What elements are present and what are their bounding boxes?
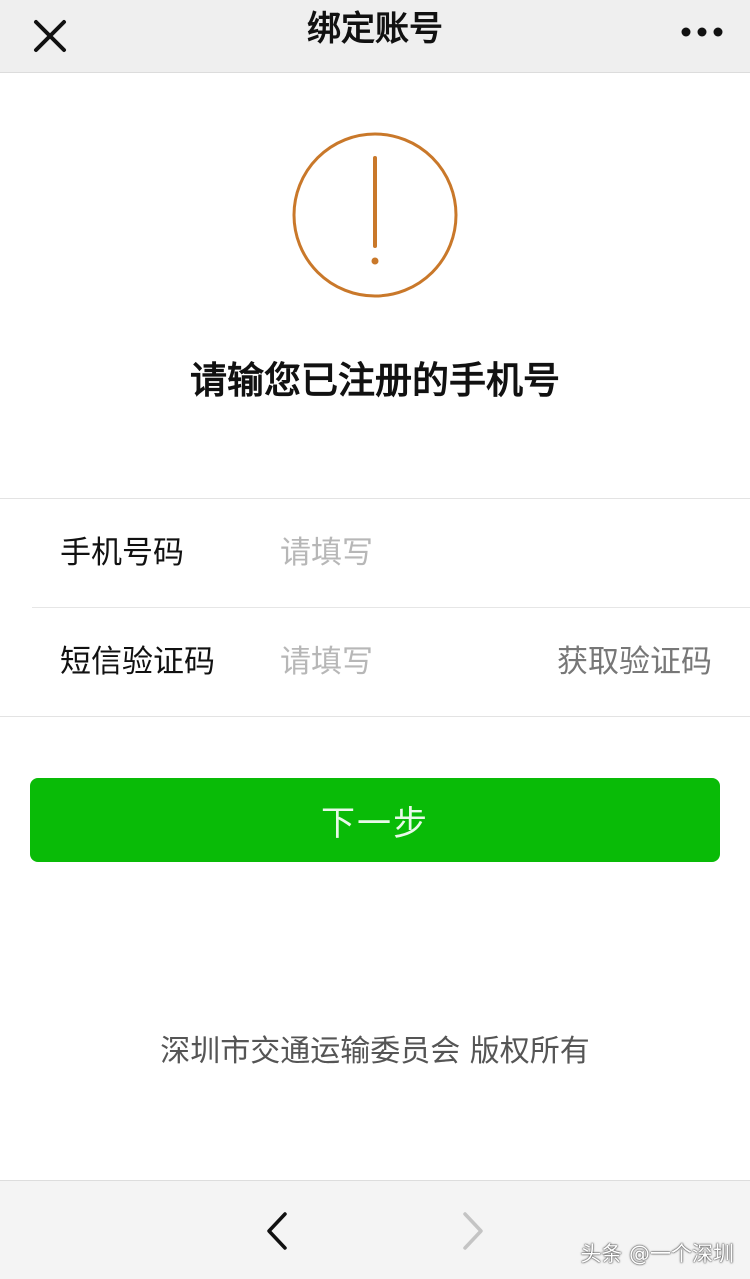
chevron-left-icon: [267, 1212, 287, 1250]
exclamation-circle-icon: [292, 132, 458, 298]
watermark: 头条 @一个深圳: [580, 1242, 734, 1266]
back-button[interactable]: [252, 1203, 302, 1259]
next-step-button[interactable]: 下一步: [30, 778, 720, 862]
more-button[interactable]: [676, 12, 728, 52]
forward-button[interactable]: [448, 1203, 498, 1259]
more-dots-icon: [681, 27, 723, 37]
phone-row: 手机号码: [0, 499, 750, 607]
get-code-button[interactable]: 获取验证码: [557, 608, 712, 716]
phone-input[interactable]: [280, 527, 520, 579]
bind-form: 手机号码 短信验证码 获取验证码: [0, 498, 750, 717]
page-title: 绑定账号: [307, 9, 443, 49]
code-label: 短信验证码: [60, 644, 215, 680]
copyright-text: 深圳市交通运输委员会 版权所有: [160, 1034, 590, 1069]
navbar: 绑定账号: [0, 0, 750, 73]
chevron-right-icon: [463, 1212, 483, 1250]
instruction-heading: 请输您已注册的手机号: [190, 359, 560, 402]
phone-label: 手机号码: [60, 535, 184, 571]
code-row: 短信验证码 获取验证码: [32, 607, 750, 716]
code-input[interactable]: [280, 636, 520, 688]
